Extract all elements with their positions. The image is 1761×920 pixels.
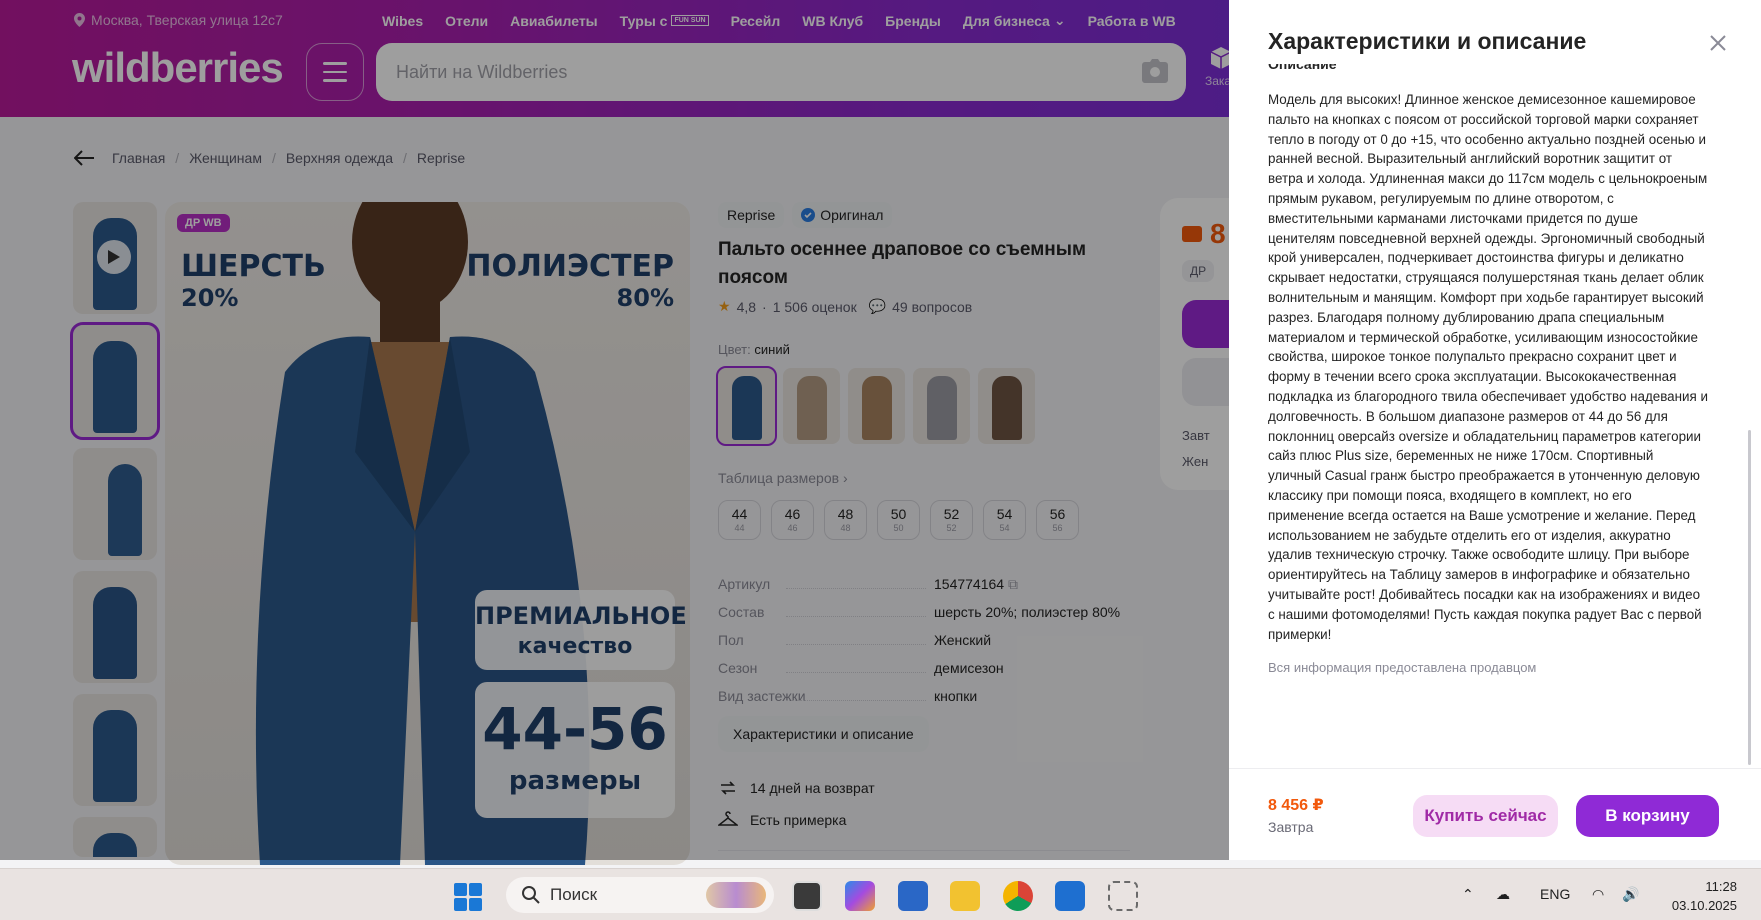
wifi-icon[interactable]: ◠ — [1592, 886, 1604, 903]
seller-note: Вся информация предоставлена продавцом — [1268, 660, 1537, 676]
buy-now-button[interactable]: Купить сейчас — [1413, 795, 1558, 837]
modal-backdrop[interactable] — [0, 0, 1229, 860]
language-indicator[interactable]: ENG — [1540, 886, 1570, 902]
drawer-title: Характеристики и описание — [1268, 28, 1587, 54]
close-icon[interactable] — [1709, 34, 1727, 52]
volume-icon[interactable]: 🔊 — [1622, 886, 1639, 903]
clock-date: 03.10.2025 — [1671, 898, 1737, 913]
search-highlight-image — [706, 882, 766, 908]
drawer-content[interactable]: Описание Модель для высоких! Длинное жен… — [1268, 64, 1708, 764]
taskbar: Поиск ⌃ ☁ ENG ◠ 🔊 11:28 03.10.2025 — [0, 868, 1761, 920]
description-heading: Описание — [1268, 64, 1337, 72]
system-clock[interactable]: 11:28 03.10.2025 — [1672, 877, 1737, 915]
add-to-cart-button[interactable]: В корзину — [1576, 795, 1719, 837]
drawer-price: 8 456 ₽ — [1268, 797, 1324, 814]
clock-time: 11:28 — [1705, 879, 1737, 894]
characteristics-drawer: Характеристики и описание Описание Модел… — [1229, 0, 1761, 860]
drawer-delivery: Завтра — [1268, 819, 1314, 835]
chevron-up-icon[interactable]: ⌃ — [1462, 886, 1474, 903]
powershell-icon[interactable] — [1055, 881, 1085, 911]
search-icon — [522, 886, 540, 904]
store-icon[interactable] — [898, 881, 928, 911]
task-view-icon[interactable] — [792, 881, 822, 911]
copilot-icon[interactable] — [845, 881, 875, 911]
description-text: Модель для высоких! Длинное женское деми… — [1268, 92, 1708, 642]
drawer-footer: 8 456 ₽ Завтра Купить сейчас В корзину — [1229, 768, 1761, 860]
chrome-icon[interactable] — [1003, 881, 1033, 911]
taskbar-search[interactable]: Поиск — [506, 877, 774, 913]
scrollbar[interactable] — [1748, 430, 1751, 765]
taskbar-search-label: Поиск — [550, 885, 598, 904]
network-icon[interactable]: ☁ — [1496, 886, 1510, 903]
windows-start-icon[interactable] — [454, 883, 482, 911]
snipping-tool-icon[interactable] — [1108, 881, 1138, 911]
explorer-icon[interactable] — [950, 881, 980, 911]
